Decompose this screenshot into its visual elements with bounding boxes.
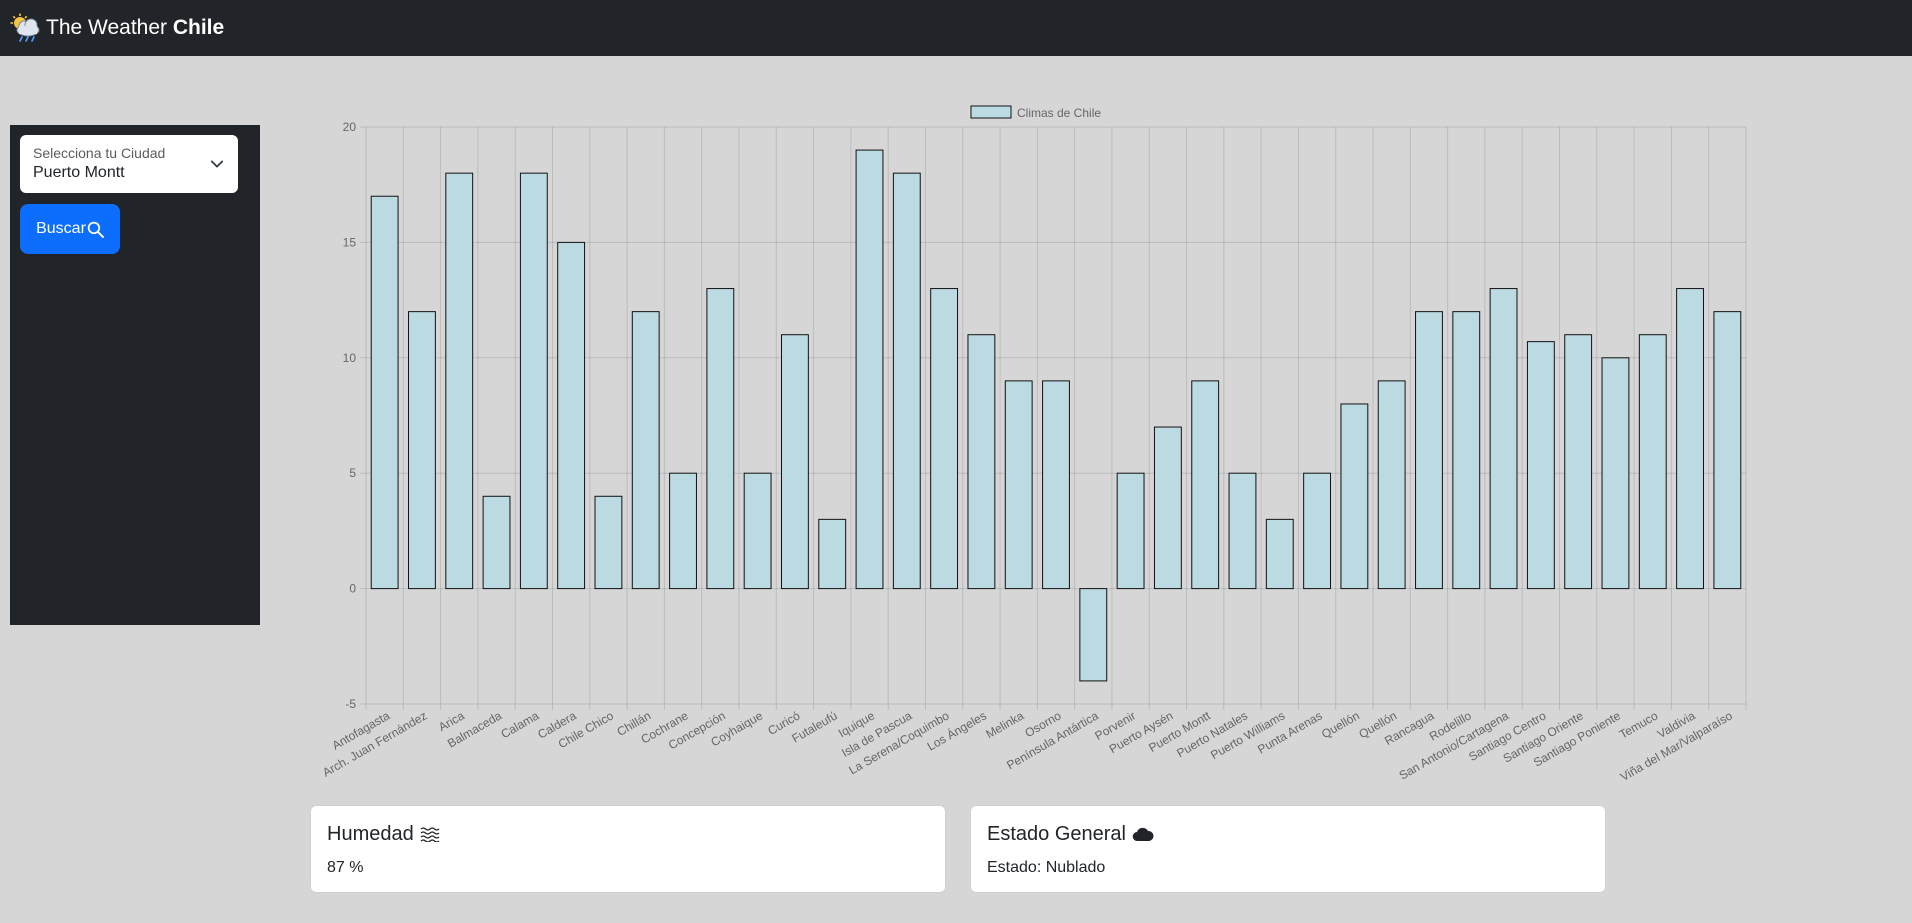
legend-label: Climas de Chile (1017, 106, 1101, 120)
status-card-title: Estado General (987, 822, 1589, 846)
bar (1191, 380, 1220, 590)
bar (1676, 288, 1704, 590)
x-tick-label: Temuco (1617, 708, 1661, 741)
search-button[interactable]: Buscar (20, 204, 120, 254)
y-tick-label: 5 (349, 466, 356, 480)
search-button-label: Buscar (36, 220, 86, 237)
cloud-icon (1132, 826, 1154, 842)
navbar: The Weather Chile (0, 0, 1912, 56)
status-value: Estado: Nublado (987, 859, 1106, 876)
city-select[interactable]: Selecciona tu Ciudad Puerto Montt (20, 135, 238, 193)
bar (780, 334, 809, 590)
bar (1489, 288, 1518, 590)
x-tick-label: Melinka (983, 708, 1026, 741)
bar (370, 195, 399, 590)
bar (1004, 380, 1033, 590)
bar (1452, 311, 1481, 590)
sidebar: Selecciona tu Ciudad Puerto Montt Buscar (10, 125, 260, 625)
humidity-card: Humedad 87 % (310, 805, 946, 893)
weather-chart: -5 0 5 10 15 20 Antofagasta Arch. Juan Fernánde… (300, 90, 1760, 790)
brand-strong: Chile (172, 16, 225, 39)
cloud-sun-rain-icon (10, 13, 40, 42)
bar-chart-svg: -505101520AntofagastaArch. Juan Fernánde… (320, 105, 1747, 784)
humidity-card-title: Humedad (327, 822, 929, 846)
x-tick-label: Quellón (1319, 708, 1362, 741)
bar (1228, 472, 1257, 590)
x-tick-label: Calama (499, 708, 542, 741)
bar (1116, 472, 1145, 590)
y-tick-label: 20 (343, 120, 357, 134)
bar (1638, 334, 1667, 590)
bar (1601, 357, 1630, 590)
humidity-value: 87 % (327, 859, 364, 876)
humidity-title-text: Humedad (327, 823, 414, 845)
city-select-value: Puerto Montt (33, 164, 125, 181)
bar (594, 495, 623, 590)
bar (557, 241, 586, 590)
bar (855, 149, 884, 590)
bar (408, 311, 436, 590)
bar (743, 472, 772, 590)
city-select-label: Selecciona tu Ciudad (33, 145, 166, 161)
bar (1042, 380, 1070, 590)
water-waves-icon (420, 826, 440, 842)
brand-prefix: The Weather (46, 16, 168, 39)
y-tick-label: 10 (343, 351, 357, 365)
bar (1713, 311, 1742, 590)
bar (445, 172, 474, 590)
bar (1377, 380, 1406, 590)
y-tick-label: 15 (343, 235, 357, 249)
bar (930, 288, 959, 590)
brand-title: The Weather Chile (46, 16, 224, 40)
y-tick-label: -5 (345, 697, 356, 711)
bar (482, 495, 511, 590)
y-tick-label: 0 (349, 582, 356, 596)
bar (669, 472, 697, 590)
bar (892, 172, 921, 590)
brand-link[interactable]: The Weather Chile (10, 13, 224, 43)
search-icon (87, 221, 104, 238)
bar (1415, 311, 1443, 590)
status-title-text: Estado General (987, 823, 1126, 845)
bar (1079, 588, 1108, 682)
bar (631, 311, 660, 590)
bar (1265, 518, 1294, 590)
status-card: Estado General Estado: Nublado (970, 805, 1606, 893)
bar (1526, 341, 1555, 590)
bar (1153, 426, 1182, 590)
bar (519, 172, 548, 590)
bar (967, 334, 996, 590)
bar (1303, 472, 1332, 590)
bar (818, 518, 847, 590)
legend-swatch (970, 105, 1012, 119)
bar (1340, 403, 1369, 590)
bar (1564, 334, 1593, 590)
chevron-down-icon (210, 160, 224, 168)
bar (706, 288, 735, 590)
